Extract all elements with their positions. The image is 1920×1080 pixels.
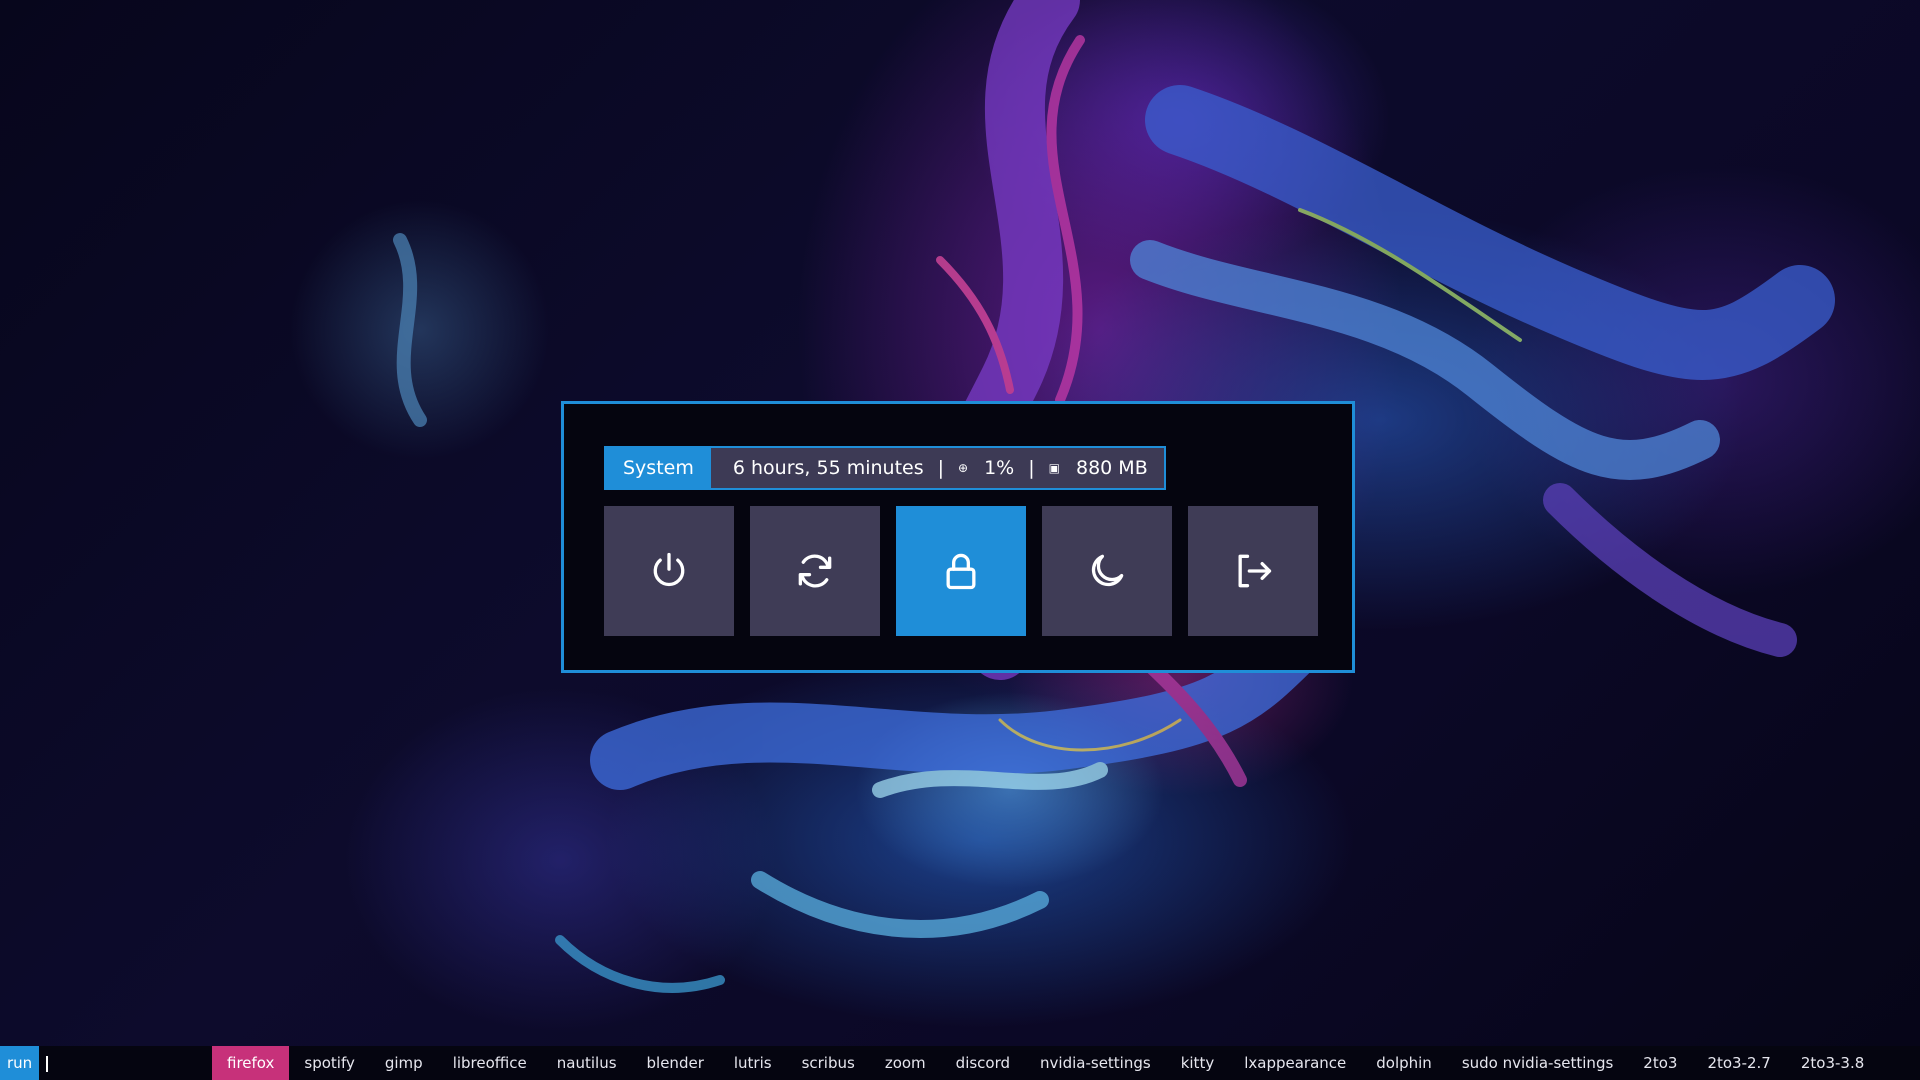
power-icon [653, 552, 685, 587]
run-input[interactable] [38, 1046, 206, 1080]
uptime-text: 6 hours, 55 minutes [732, 457, 924, 479]
memory-usage: 880 MB [1076, 457, 1148, 479]
refresh-icon [798, 554, 832, 588]
run-item[interactable]: sudo nvidia-settings [1447, 1046, 1628, 1080]
cpu-usage: 1% [984, 457, 1015, 479]
run-item[interactable]: lutris [719, 1046, 787, 1080]
run-item[interactable]: kitty [1166, 1046, 1230, 1080]
power-menu-window: System 6 hours, 55 minutes | ⊕ 1% | ▣ 88… [561, 401, 1355, 673]
text-caret [46, 1055, 48, 1072]
system-status-bar: System 6 hours, 55 minutes | ⊕ 1% | ▣ 88… [604, 446, 1166, 490]
run-item[interactable]: dolphin [1361, 1046, 1447, 1080]
run-item[interactable]: firefox [212, 1046, 290, 1080]
run-item[interactable]: 2to3 [1628, 1046, 1692, 1080]
system-label: System [606, 448, 711, 488]
run-item[interactable]: nautilus [542, 1046, 632, 1080]
run-item[interactable]: 2to3-2.7 [1692, 1046, 1785, 1080]
lock-icon [946, 553, 976, 590]
moon-icon [1091, 554, 1124, 587]
logout-icon [1238, 554, 1272, 588]
separator: | [1028, 457, 1035, 479]
separator: | [937, 457, 945, 479]
run-item[interactable]: blender [632, 1046, 719, 1080]
reboot-button[interactable] [750, 506, 880, 636]
memory-icon: ▣ [1048, 461, 1060, 475]
lock-button[interactable] [896, 506, 1026, 636]
shutdown-button[interactable] [604, 506, 734, 636]
run-prompt: run [0, 1046, 40, 1080]
run-item[interactable]: 2to3-3.8 [1786, 1046, 1879, 1080]
run-item[interactable]: discord [941, 1046, 1025, 1080]
cpu-icon: ⊕ [958, 461, 969, 475]
suspend-button[interactable] [1042, 506, 1172, 636]
power-buttons [604, 506, 1318, 636]
run-item[interactable]: zoom [870, 1046, 941, 1080]
run-item[interactable]: nvidia-settings [1025, 1046, 1166, 1080]
run-launcher-bar: run firefox spotify gimp libreoffice nautilu… [0, 1046, 1920, 1080]
run-item[interactable]: libreoffice [438, 1046, 542, 1080]
run-item[interactable]: scribus [787, 1046, 870, 1080]
logout-button[interactable] [1188, 506, 1318, 636]
run-item[interactable]: spotify [289, 1046, 369, 1080]
system-info: 6 hours, 55 minutes | ⊕ 1% | ▣ 880 MB [711, 448, 1164, 488]
run-item[interactable]: gimp [370, 1046, 438, 1080]
run-item[interactable]: lxappearance [1229, 1046, 1361, 1080]
run-suggestions: firefox spotify gimp libreoffice nautilus ble… [212, 1046, 1879, 1080]
